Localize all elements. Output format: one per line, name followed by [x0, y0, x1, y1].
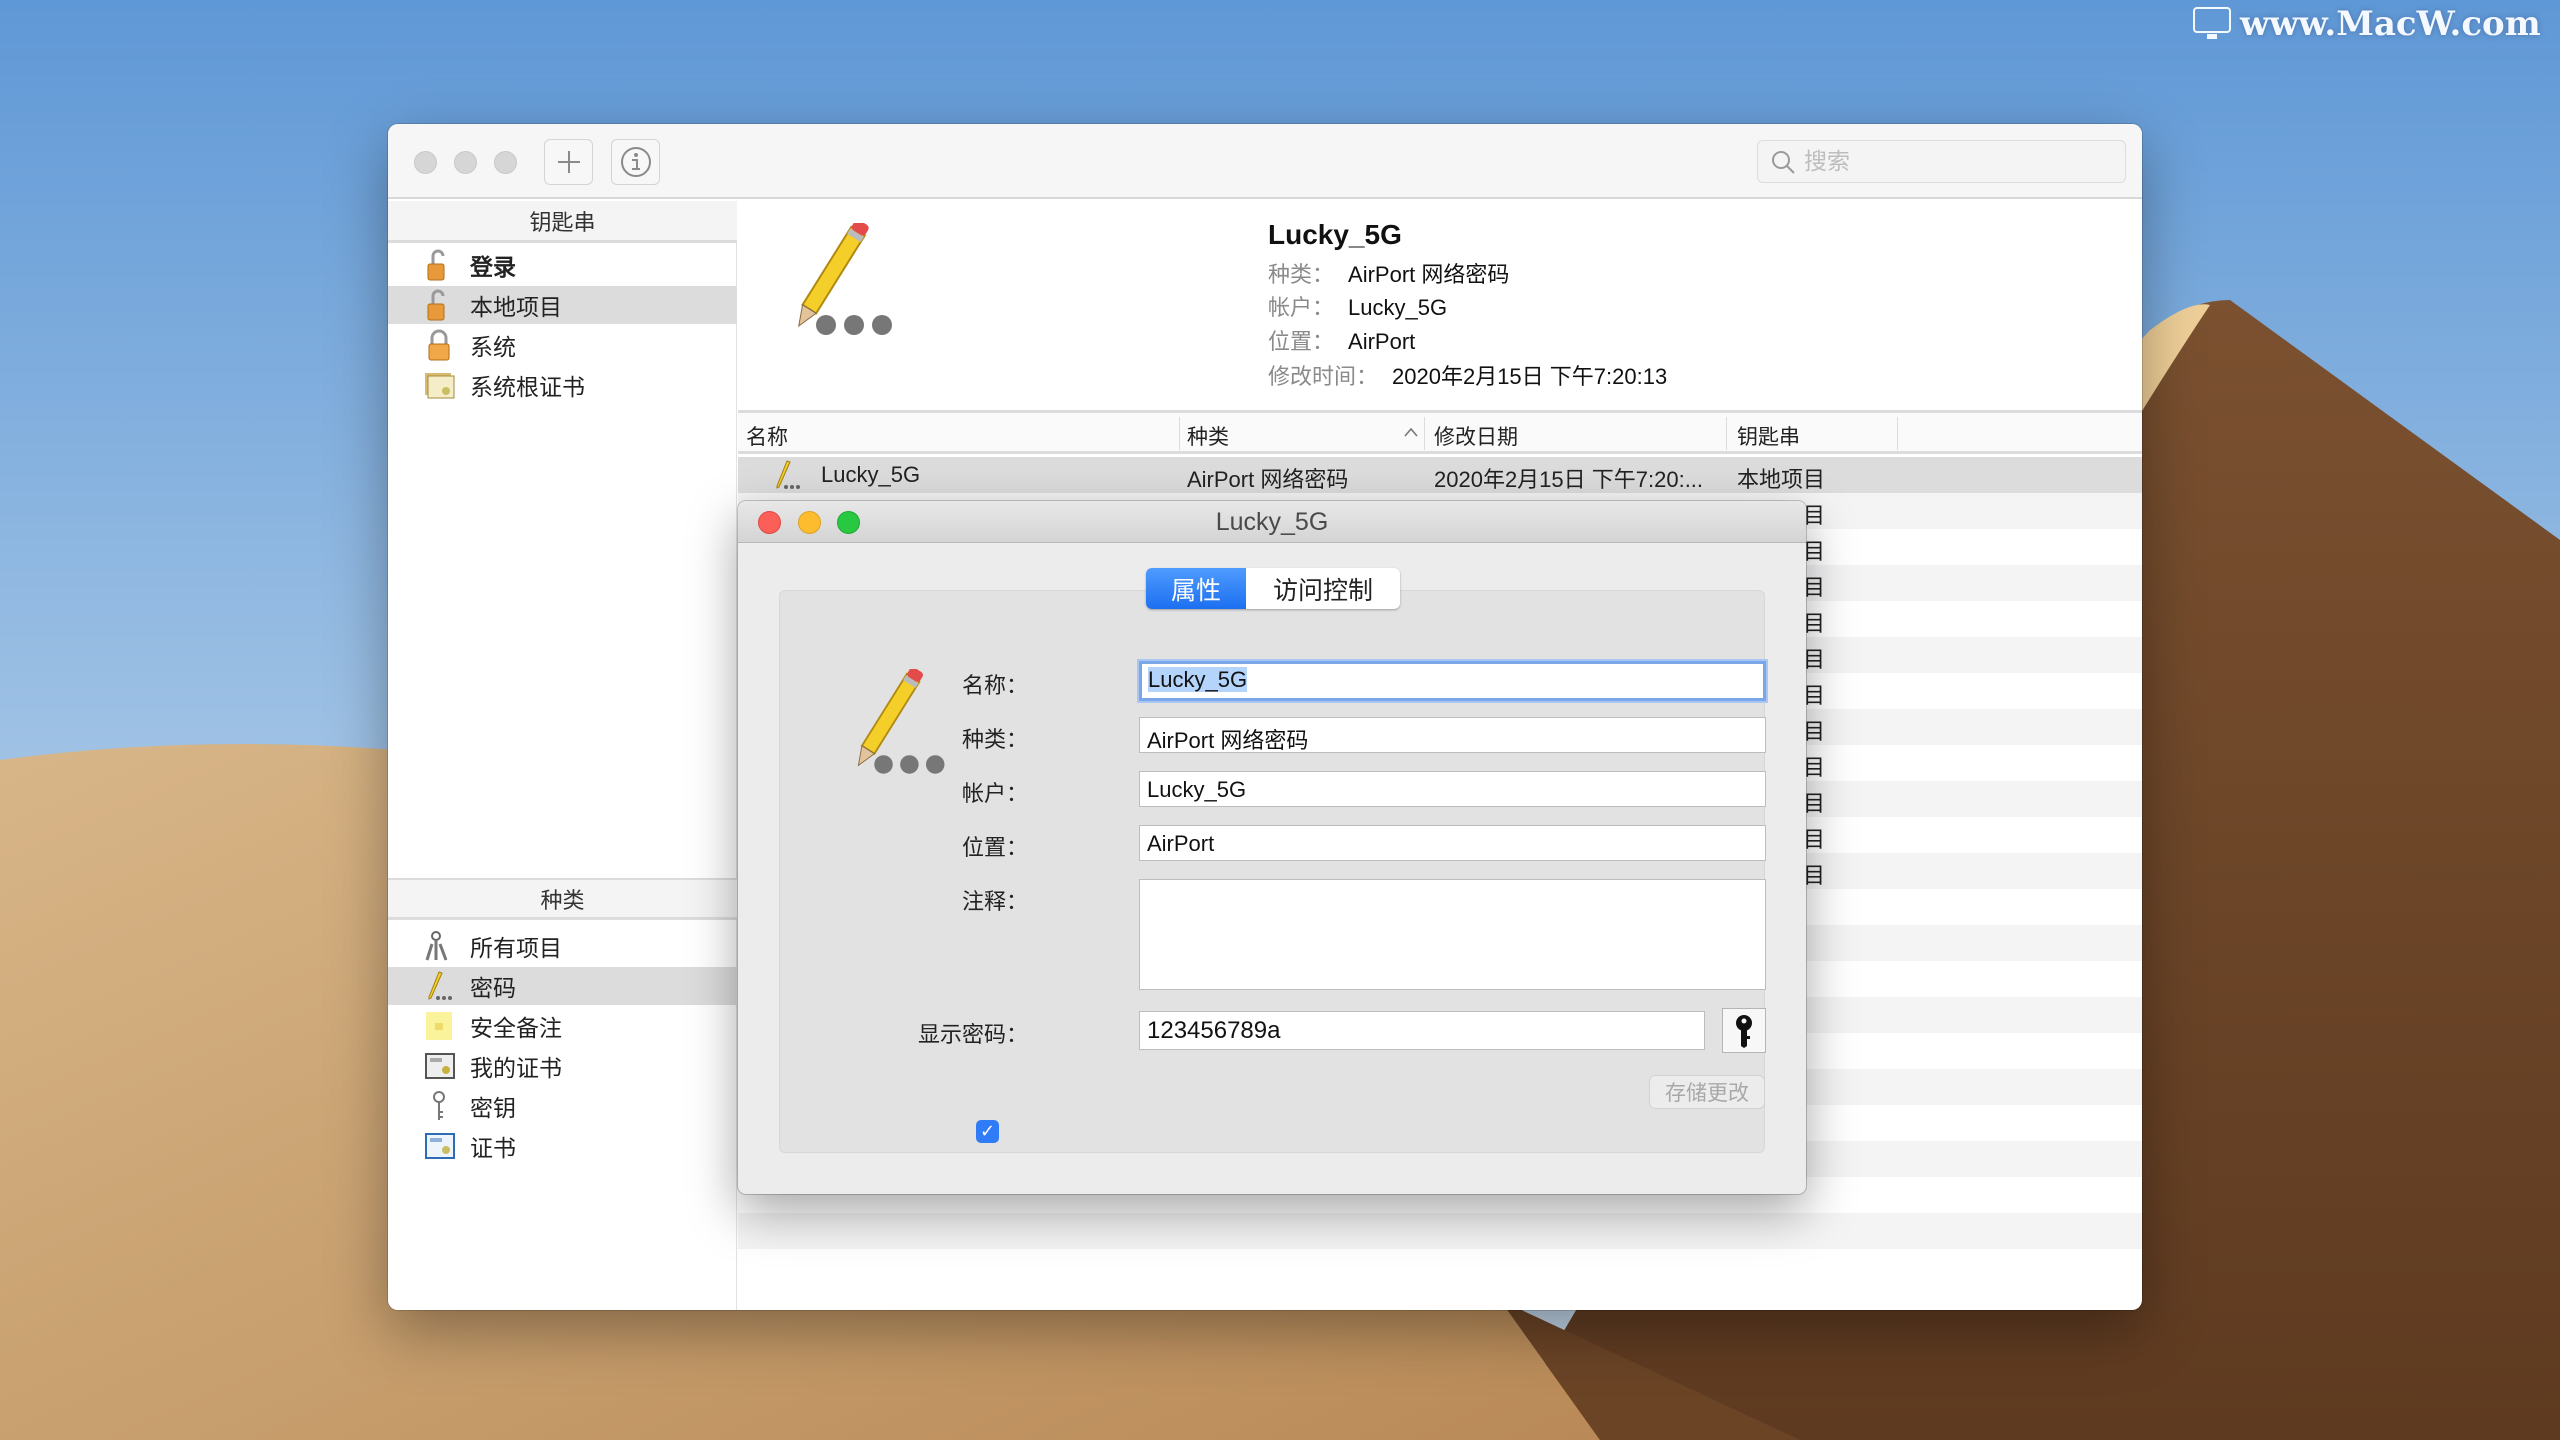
- account-field[interactable]: Lucky_5G: [1139, 771, 1766, 807]
- search-input[interactable]: [1804, 148, 2104, 175]
- column-header-name[interactable]: 名称: [746, 421, 788, 451]
- secure-note-icon: [424, 1010, 454, 1042]
- cell-kind: AirPort 网络密码: [1187, 467, 1349, 492]
- kind-label: 种类：: [961, 727, 1028, 752]
- keys-icon: [424, 930, 454, 962]
- where-field[interactable]: AirPort: [1139, 825, 1766, 861]
- zoom-button[interactable]: [494, 151, 517, 174]
- sort-ascending-icon: [1404, 427, 1418, 437]
- dialog-titlebar: Lucky_5G: [738, 501, 1806, 543]
- info-where: 位置： AirPort: [1268, 329, 1416, 354]
- unlocked-padlock-icon: [424, 289, 454, 321]
- password-field[interactable]: 123456789a: [1139, 1011, 1705, 1050]
- password-assistant-button[interactable]: [1722, 1008, 1766, 1053]
- sidebar-item-label: 密钥: [470, 1095, 516, 1121]
- sidebar-item-label: 系统: [470, 334, 516, 360]
- sidebar-item[interactable]: 系统根证书: [388, 366, 737, 404]
- table-header: 名称 种类 修改日期 钥匙串: [738, 413, 2142, 454]
- plus-icon: [557, 151, 580, 173]
- account-label: 帐户：: [961, 781, 1028, 806]
- dialog-title: Lucky_5G: [1215, 508, 1329, 536]
- watermark: www.MacW.com: [2192, 4, 2541, 44]
- item-title: Lucky_5G: [1268, 219, 1402, 250]
- kind-field[interactable]: AirPort 网络密码: [1139, 717, 1766, 753]
- info-kind: 种类： AirPort 网络密码: [1268, 262, 1510, 287]
- categories-header: 种类: [388, 878, 737, 920]
- sidebar-item-label: 登录: [470, 254, 516, 280]
- sidebar-item-label: 本地项目: [470, 294, 562, 320]
- key-icon: [1736, 1014, 1752, 1048]
- sidebar-item[interactable]: 系统: [388, 326, 737, 364]
- sidebar-item-label: 密码: [470, 975, 516, 1001]
- sidebar-item[interactable]: 我的证书: [388, 1047, 737, 1085]
- keychains-header: 钥匙串: [388, 201, 737, 243]
- sidebar-item-label: 系统根证书: [470, 374, 585, 400]
- comments-field[interactable]: [1139, 879, 1766, 990]
- table-row[interactable]: [738, 1213, 2142, 1249]
- get-info-button[interactable]: [611, 139, 660, 185]
- sidebar-item-label: 我的证书: [470, 1055, 562, 1081]
- sidebar-item[interactable]: 登录: [388, 246, 737, 284]
- monitor-logo-icon: [2193, 7, 2231, 39]
- item-detail-dialog: Lucky_5G 名称： Lucky_5G 种类： AirPort 网络密码 帐…: [738, 501, 1806, 1194]
- attributes-pane: 名称： Lucky_5G 种类： AirPort 网络密码 帐户： Lucky_…: [779, 590, 1766, 1153]
- watermark-text: www.MacW.com: [2240, 4, 2541, 44]
- key-icon: [424, 1090, 454, 1122]
- minimize-button[interactable]: [454, 151, 477, 174]
- password-item-icon: [857, 669, 945, 774]
- certificate-stack-icon: [424, 369, 455, 401]
- cell-date: 2020年2月15日 下午7:20:...: [1434, 467, 1704, 492]
- item-info-panel: Lucky_5G 种类： AirPort 网络密码 帐户： Lucky_5G 位置：…: [738, 201, 2142, 413]
- save-changes-button[interactable]: 存储更改: [1649, 1075, 1765, 1109]
- sidebar-item-label: 证书: [470, 1135, 516, 1161]
- padlock-icon: [424, 329, 454, 361]
- search-field[interactable]: [1757, 140, 2126, 183]
- column-header-date[interactable]: 修改日期: [1434, 421, 1518, 451]
- sidebar-item[interactable]: 密码: [388, 967, 737, 1005]
- tab-attributes[interactable]: 属性: [1146, 568, 1246, 609]
- info-icon: [620, 147, 651, 177]
- sidebar-item[interactable]: 所有项目: [388, 927, 737, 965]
- cell-keychain: 本地项目: [1737, 467, 1826, 492]
- show-password-checkbox[interactable]: ✓: [976, 1120, 999, 1143]
- tab-access-control[interactable]: 访问控制: [1246, 568, 1400, 609]
- toolbar: [388, 124, 2142, 199]
- info-account: 帐户： Lucky_5G: [1268, 295, 1448, 320]
- sidebar-item[interactable]: 证书: [388, 1127, 737, 1165]
- sidebar: 钥匙串 登录本地项目系统系统根证书 种类 所有项目密码安全备注我的证书密钥证书: [388, 201, 737, 1310]
- column-header-keychain[interactable]: 钥匙串: [1737, 421, 1800, 451]
- column-header-kind[interactable]: 种类: [1187, 421, 1229, 451]
- show-password-label: 显示密码：: [917, 1022, 1028, 1047]
- search-icon: [1772, 150, 1795, 174]
- sidebar-item-label: 所有项目: [470, 935, 562, 961]
- my-certificate-icon: [424, 1050, 455, 1082]
- sidebar-item[interactable]: 密钥: [388, 1087, 737, 1125]
- comments-label: 注释：: [961, 889, 1028, 914]
- tab-control: 属性 访问控制: [1146, 568, 1400, 609]
- info-modified: 修改时间： 2020年2月15日 下午7:20:13: [1268, 364, 1668, 389]
- table-row[interactable]: [738, 1249, 2142, 1285]
- name-label: 名称：: [961, 673, 1028, 698]
- certificate-icon: [424, 1130, 455, 1162]
- pencil-password-icon: [772, 459, 804, 497]
- sidebar-item[interactable]: 本地项目: [388, 286, 737, 324]
- name-field[interactable]: Lucky_5G: [1139, 661, 1766, 701]
- cell-name: Lucky_5G: [821, 462, 921, 487]
- where-label: 位置：: [961, 835, 1028, 860]
- sidebar-item[interactable]: 安全备注: [388, 1007, 737, 1045]
- add-item-button[interactable]: [544, 139, 593, 185]
- table-row[interactable]: Lucky_5G AirPort 网络密码 2020年2月15日 下午7:20:..…: [738, 457, 2142, 493]
- unlocked-padlock-icon: [424, 249, 454, 281]
- close-button[interactable]: [414, 151, 437, 174]
- password-item-icon: [798, 223, 892, 335]
- sidebar-item-label: 安全备注: [470, 1015, 562, 1041]
- pencil-password-icon: [424, 970, 454, 1002]
